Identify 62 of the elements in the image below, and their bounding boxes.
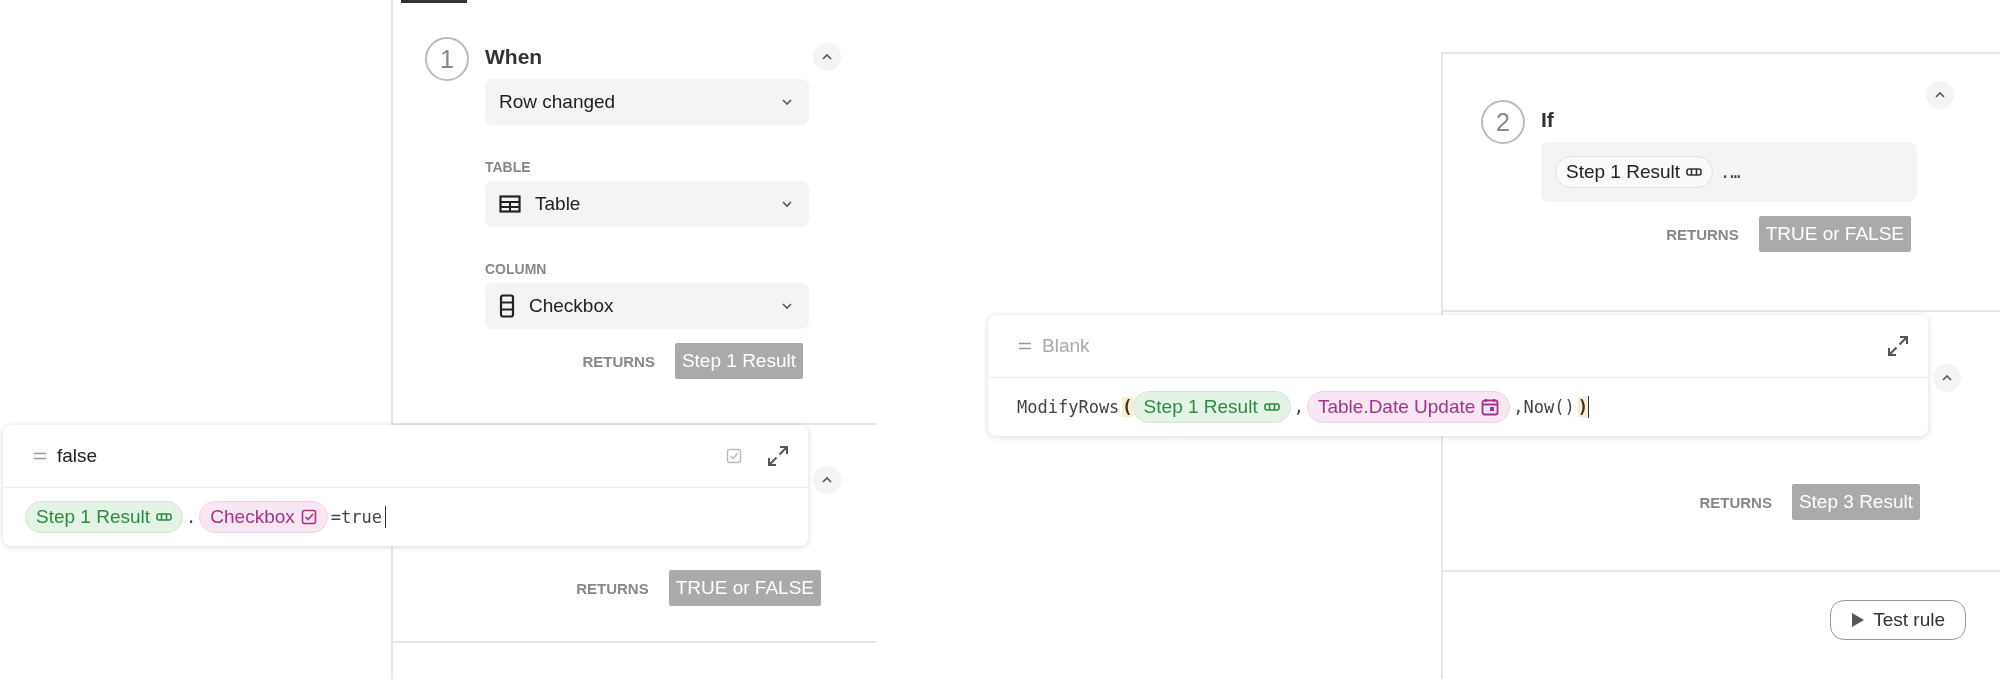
- collapse-button[interactable]: [1926, 81, 1954, 109]
- condition-field[interactable]: Step 1 Result .…: [1541, 142, 1917, 202]
- step-number: 1: [425, 37, 469, 81]
- formula-text: .…: [1720, 162, 1741, 182]
- column-chip[interactable]: Checkbox: [199, 501, 328, 533]
- link-icon: [1263, 403, 1280, 411]
- expand-icon[interactable]: [766, 444, 790, 468]
- column-chip[interactable]: Table.Date Update: [1306, 391, 1511, 423]
- table-icon: [499, 195, 521, 213]
- collapse-button[interactable]: [813, 466, 841, 494]
- checkbox-icon: [300, 509, 317, 525]
- column-icon: [499, 294, 515, 318]
- play-icon: [1851, 612, 1866, 628]
- text-cursor: [385, 506, 386, 528]
- formula-result: Blank: [1042, 335, 1091, 357]
- field-dropdown[interactable]: Checkbox: [485, 283, 809, 329]
- result-chip[interactable]: Step 1 Result: [25, 501, 184, 533]
- chevron-icon: [781, 302, 793, 310]
- formula-text: ,Now(): [1513, 397, 1575, 417]
- link-icon: [156, 513, 173, 521]
- chevron-icon: [821, 476, 833, 484]
- returns-value: TRUE or FALSE: [668, 570, 821, 606]
- result-chip[interactable]: Step 1 Result: [1132, 391, 1291, 423]
- returns-label: RETURNS: [582, 352, 655, 370]
- checkbox-icon[interactable]: [726, 448, 742, 464]
- text-cursor: [1588, 396, 1589, 418]
- returns-value: Step 1 Result: [674, 343, 803, 379]
- trigger-dropdown[interactable]: Row changed: [485, 79, 809, 125]
- step-number: 2: [1481, 100, 1525, 144]
- returns-value: TRUE or FALSE: [1758, 216, 1911, 252]
- formula-editor[interactable]: false Step 1 Result . Checkbox =true: [3, 425, 808, 546]
- field-dropdown[interactable]: Table: [485, 181, 809, 227]
- chevron-icon: [1941, 374, 1953, 382]
- chevron-icon: [821, 53, 833, 61]
- step-title: If: [1541, 108, 1554, 132]
- formula-text: ModifyRows: [1017, 397, 1120, 417]
- collapse-button[interactable]: [813, 43, 841, 71]
- formula-text: ,: [1293, 397, 1304, 417]
- link-icon: [1686, 168, 1703, 176]
- equals-icon: [1018, 341, 1032, 351]
- formula-result: false: [57, 445, 99, 467]
- returns-label: RETURNS: [576, 579, 649, 597]
- result-chip[interactable]: Step 1 Result: [1555, 156, 1714, 188]
- returns-value: Step 3 Result: [1791, 484, 1920, 520]
- chevron-icon: [781, 200, 793, 208]
- equals-icon: [33, 451, 47, 461]
- formula-editor[interactable]: Blank ModifyRows ( Step 1 Result , Table.Date Update ,Now() ): [988, 315, 1928, 436]
- field-label: COLUMN: [485, 261, 547, 277]
- parenthesis: (: [1122, 397, 1133, 417]
- returns-label: RETURNS: [1666, 225, 1739, 243]
- field-label: TABLE: [485, 159, 531, 175]
- formula-text: =true: [330, 507, 382, 527]
- chevron-icon: [781, 98, 793, 106]
- formula-text: .: [186, 507, 197, 527]
- returns-label: RETURNS: [1699, 493, 1772, 511]
- test-rule-button[interactable]: Test rule: [1830, 600, 1966, 640]
- expand-icon[interactable]: [1886, 334, 1910, 358]
- step-title: When: [485, 45, 543, 69]
- collapse-button[interactable]: [1933, 364, 1961, 392]
- chevron-icon: [1934, 91, 1946, 99]
- parenthesis: ): [1577, 397, 1588, 417]
- calendar-icon: [1481, 398, 1500, 416]
